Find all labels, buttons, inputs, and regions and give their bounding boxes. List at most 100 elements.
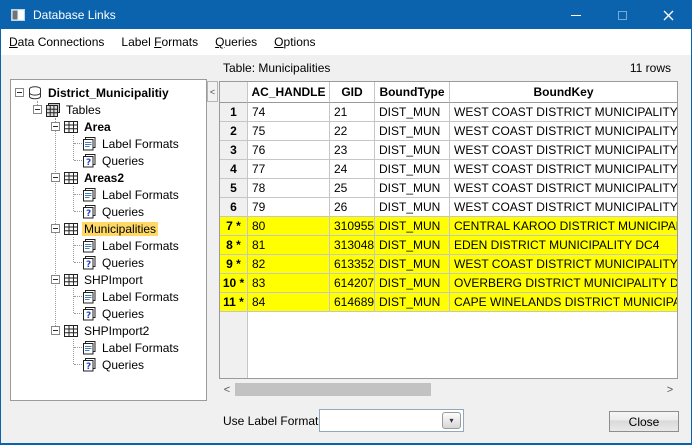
close-icon [663,10,674,21]
tree-item-label-formats[interactable]: Label Formats [11,339,206,356]
corner-header[interactable] [220,82,248,103]
tree-item-label-formats[interactable]: Label Formats [11,288,206,305]
minimize-button[interactable] [553,1,599,29]
table-row[interactable]: 37623DIST_MUNWEST COAST DISTRICT MUNICIP… [220,141,677,160]
tree-item-label-formats[interactable]: Label Formats [11,237,206,254]
row-header[interactable]: 9 * [220,255,248,274]
tree-item-shpimport[interactable]: SHPImport [11,271,206,288]
cell-boundtype: DIST_MUN [375,236,450,255]
row-header[interactable]: 1 [220,103,248,122]
row-count-label: 11 rows [630,61,671,75]
tree-item-queries[interactable]: ?Queries [11,203,206,220]
cell-gid: 6146896 [330,293,375,312]
cell-boundkey: CENTRAL KAROO DISTRICT MUNICIPALITY DC [450,217,677,236]
tree-item-label: Label Formats [100,188,181,202]
collapse-expander-icon[interactable] [51,122,60,131]
table-row[interactable]: 47724DIST_MUNWEST COAST DISTRICT MUNICIP… [220,160,677,179]
cell-ac-handle: 80 [248,217,330,236]
data-sources-tree: District_MunicipalitiyTablesAreaLabel Fo… [10,79,207,401]
tree-item-queries[interactable]: ?Queries [11,356,206,373]
row-header[interactable]: 6 [220,198,248,217]
cell-ac-handle: 82 [248,255,330,274]
tree-item-label: Queries [100,154,146,168]
cell-gid: 21 [330,103,375,122]
close-button[interactable] [645,1,691,29]
use-label-format-label: Use Label Format: [223,414,322,428]
collapse-expander-icon[interactable] [51,275,60,284]
minimize-icon [571,15,581,16]
cell-ac-handle: 78 [248,179,330,198]
row-header[interactable]: 11 * [220,293,248,312]
row-header[interactable]: 3 [220,141,248,160]
column-header-ac-handle[interactable]: AC_HANDLE [248,82,330,103]
table-row[interactable]: 17421DIST_MUNWEST COAST DISTRICT MUNICIP… [220,103,677,122]
tree-item-tables[interactable]: Tables [11,101,206,118]
tree-item-label: District_Municipalitiy [46,86,171,100]
table-row[interactable]: 10 *836142070DIST_MUNOVERBERG DISTRICT M… [220,274,677,293]
table-row[interactable]: 11 *846146896DIST_MUNCAPE WINELANDS DIST… [220,293,677,312]
column-header-boundtype[interactable]: BoundType [375,82,450,103]
tree-item-label-formats[interactable]: Label Formats [11,186,206,203]
column-header-boundkey[interactable]: BoundKey [450,82,677,103]
row-header[interactable]: 5 [220,179,248,198]
row-header[interactable]: 7 * [220,217,248,236]
tree-item-district-municipalitiy[interactable]: District_Municipalitiy [11,84,206,101]
tree-item-label: Areas2 [82,171,126,185]
collapse-expander-icon[interactable] [51,173,60,182]
table-icon [64,171,78,185]
collapse-expander-icon[interactable] [33,105,42,114]
horizontal-scrollbar[interactable]: < > [219,381,678,398]
cell-boundtype: DIST_MUN [375,122,450,141]
collapse-expander-icon[interactable] [15,88,24,97]
tree-item-label: Label Formats [100,239,181,253]
menu-item-data-connections[interactable]: Data Connections [9,35,104,49]
maximize-button [599,1,645,29]
menu-item-queries[interactable]: Queries [215,35,257,49]
combobox-dropdown-button[interactable]: ▾ [442,412,461,429]
table-icon [64,222,78,236]
tree-item-queries[interactable]: ?Queries [11,305,206,322]
table-row[interactable]: 9 *826133522DIST_MUNWEST COAST DISTRICT … [220,255,677,274]
table-row[interactable]: 27522DIST_MUNWEST COAST DISTRICT MUNICIP… [220,122,677,141]
menu-item-options[interactable]: Options [274,35,315,49]
cell-gid: 6142070 [330,274,375,293]
tree-item-queries[interactable]: ?Queries [11,152,206,169]
label-formats-icon [82,290,96,304]
tree-item-area[interactable]: Area [11,118,206,135]
close-dialog-button[interactable]: Close [609,411,679,432]
tree-item-areas2[interactable]: Areas2 [11,169,206,186]
collapse-expander-icon[interactable] [51,326,60,335]
cell-boundkey: WEST COAST DISTRICT MUNICIPALITY DC1 [450,141,677,160]
cell-gid: 23 [330,141,375,160]
grid-rows: 17421DIST_MUNWEST COAST DISTRICT MUNICIP… [220,103,677,312]
tree-item-shpimport2[interactable]: SHPImport2 [11,322,206,339]
label-format-combobox[interactable]: ▾ [319,409,464,432]
row-header[interactable]: 8 * [220,236,248,255]
row-header[interactable]: 4 [220,160,248,179]
table-row[interactable]: 67926DIST_MUNWEST COAST DISTRICT MUNICIP… [220,198,677,217]
tree-item-municipalities[interactable]: Municipalities [11,220,206,237]
cell-gid: 22 [330,122,375,141]
svg-text:?: ? [86,209,91,219]
row-header[interactable]: 10 * [220,274,248,293]
svg-text:?: ? [86,362,91,372]
database-icon [28,86,42,100]
cell-boundkey: EDEN DISTRICT MUNICIPALITY DC4 [450,236,677,255]
table-row[interactable]: 7 *803109555DIST_MUNCENTRAL KAROO DISTRI… [220,217,677,236]
collapse-tree-button[interactable]: < [207,81,218,102]
scrollbar-thumb[interactable] [235,383,431,396]
table-row[interactable]: 8 *813130486DIST_MUNEDEN DISTRICT MUNICI… [220,236,677,255]
collapse-expander-icon[interactable] [51,224,60,233]
scroll-right-icon[interactable]: > [662,381,678,398]
tree-item-label: Label Formats [100,341,181,355]
row-header[interactable]: 2 [220,122,248,141]
tree-item-queries[interactable]: ?Queries [11,254,206,271]
tree-item-label-formats[interactable]: Label Formats [11,135,206,152]
maximize-icon [618,11,627,20]
scroll-left-icon[interactable]: < [219,381,235,398]
menu-item-label-formats[interactable]: Label Formats [121,35,198,49]
svg-text:?: ? [86,260,91,270]
table-row[interactable]: 57825DIST_MUNWEST COAST DISTRICT MUNICIP… [220,179,677,198]
column-header-gid[interactable]: GID [330,82,375,103]
cell-ac-handle: 81 [248,236,330,255]
